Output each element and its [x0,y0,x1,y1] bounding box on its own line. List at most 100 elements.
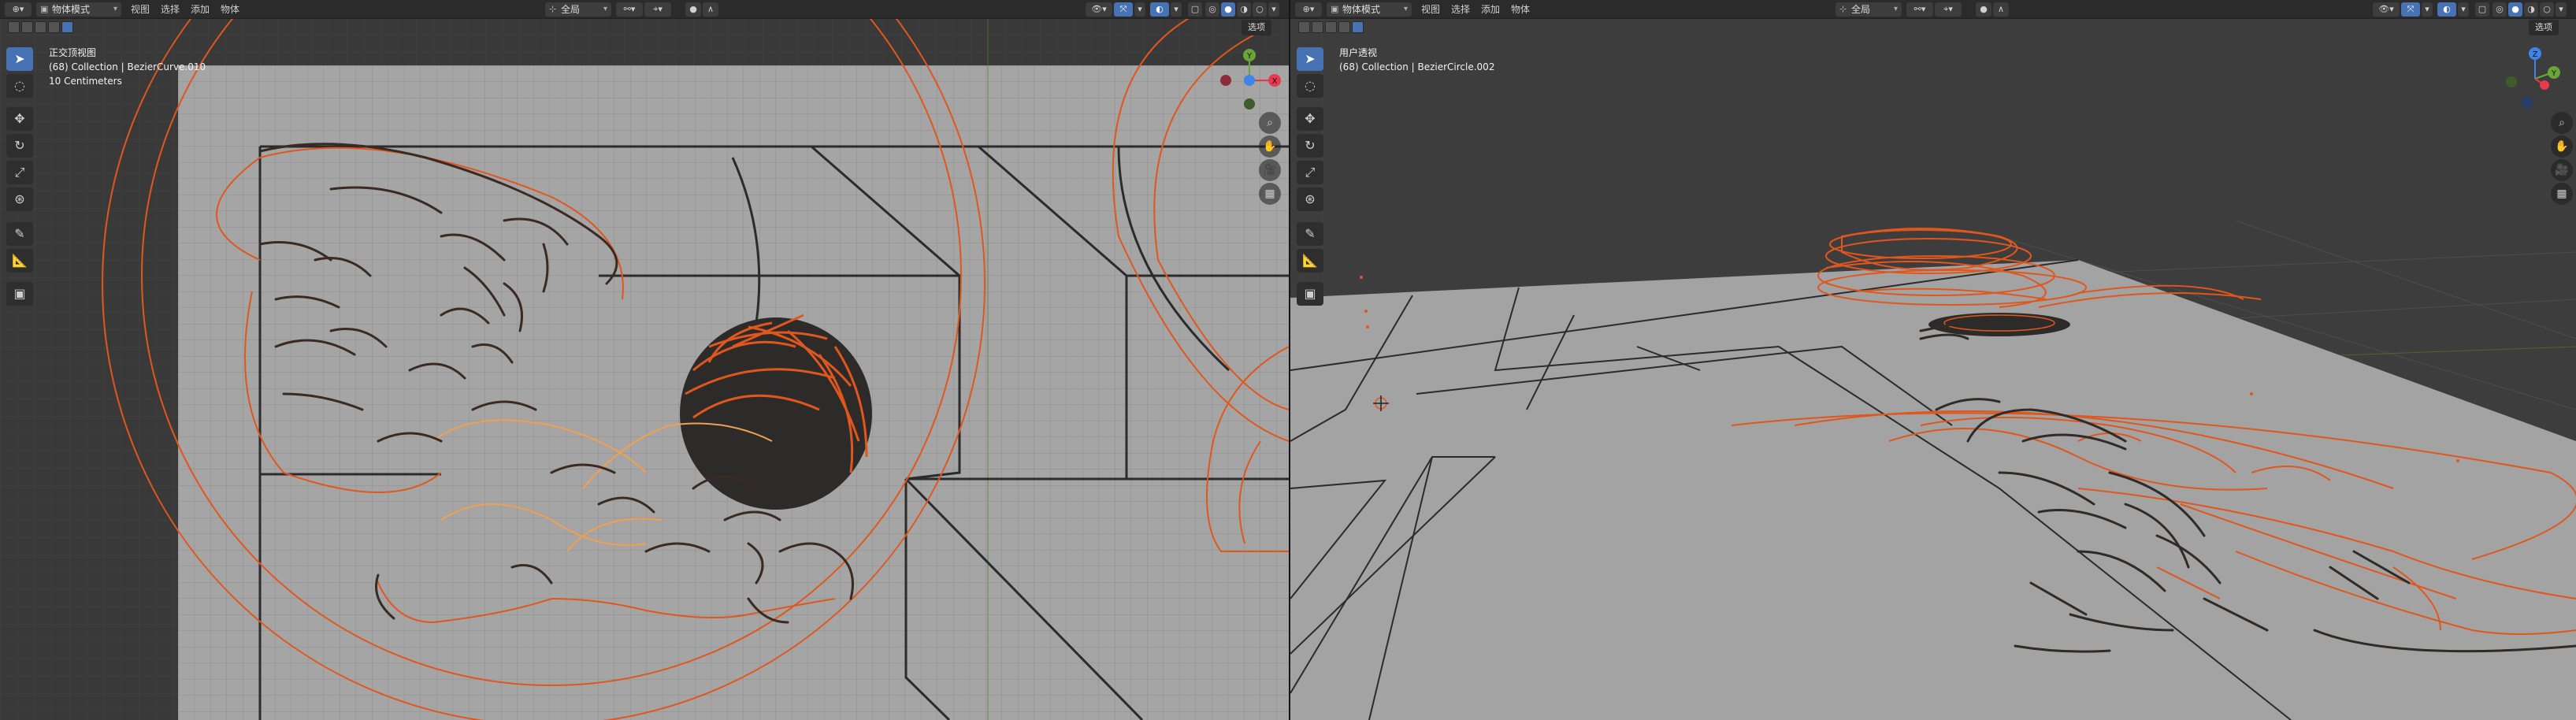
menu-select[interactable]: 选择 [1451,2,1470,17]
select-box-icon[interactable]: ➤ [6,47,33,71]
chevron-down-icon: ▾ [113,5,117,13]
zoom-icon[interactable]: ⌕ [2551,112,2573,134]
move-icon[interactable]: ✥ [1297,107,1323,131]
zoom-icon[interactable]: ⌕ [1259,112,1281,134]
interaction-mode-dropdown[interactable]: ▣ 物体模式 ▾ [36,2,121,17]
select-extend-button[interactable] [21,21,33,33]
xray-button[interactable]: ▢ [1188,2,1202,17]
solid-shading-button[interactable]: ● [2508,2,2522,17]
select-subtract-button[interactable] [35,21,46,33]
menu-add[interactable]: 添加 [1481,2,1500,17]
right-viewport-header: ⊕▾ ▣ 物体模式 ▾ 视图 选择 添加 物体 ⊹ 全局 ▾ ⚯▾ ⌖▾ ● ∧… [1290,0,2576,19]
cursor-icon[interactable]: ◌ [1297,74,1323,98]
overlay-toggle-button[interactable]: ◐ [2437,2,2456,17]
annotate-icon[interactable]: ✎ [1297,222,1323,246]
chevron-down-icon: ▾ [603,5,607,13]
left-3d-viewport[interactable]: ⊕▾ ▣ 物体模式 ▾ 视图 选择 添加 物体 ⊹ 全局 ▾ ⚯▾ ⌖▾ ● ∧… [0,0,1289,720]
select-box-icon[interactable]: ➤ [1297,47,1323,71]
transform-icon[interactable]: ⊛ [1297,187,1323,211]
proportional-edit-button[interactable]: ● [1976,2,1991,17]
navigation-gizmo[interactable]: Y X [1210,44,1289,115]
material-shading-button[interactable]: ◑ [2524,2,2538,17]
select-invert-button[interactable] [1338,21,1350,33]
transform-icon[interactable]: ⊛ [6,187,33,211]
measure-icon[interactable]: 📐 [6,249,33,273]
material-shading-button[interactable]: ◑ [1237,2,1251,17]
overlay-dropdown[interactable]: ▾ [1171,2,1182,17]
snap-button[interactable]: ⌖▾ [644,2,671,17]
editor-type-button[interactable]: ⊕▾ [5,2,32,17]
menu-view[interactable]: 视图 [131,2,150,17]
falloff-button[interactable]: ∧ [1993,2,2009,17]
measure-icon[interactable]: 📐 [1297,249,1323,273]
overlay-dropdown[interactable]: ▾ [2458,2,2469,17]
overlay-toggle-button[interactable]: ◐ [1150,2,1169,17]
rotate-icon[interactable]: ↻ [1297,134,1323,158]
xray-button[interactable]: ▢ [2475,2,2489,17]
menu-add[interactable]: 添加 [191,2,210,17]
select-extend-button[interactable] [1312,21,1323,33]
scale-icon[interactable]: ⤢ [1297,161,1323,184]
menu-view[interactable]: 视图 [1421,2,1440,17]
select-intersect-button[interactable] [61,21,73,33]
shading-dropdown[interactable]: ▾ [1268,2,1279,17]
add-cube-icon[interactable]: ▣ [1297,282,1323,306]
pan-hand-icon[interactable]: ✋ [2551,135,2573,158]
pan-hand-icon[interactable]: ✋ [1259,135,1281,158]
left-viewport-canvas[interactable] [0,0,1289,720]
interaction-mode-dropdown[interactable]: ▣ 物体模式 ▾ [1327,2,1412,17]
add-cube-icon[interactable]: ▣ [6,282,33,306]
navigation-gizmo[interactable]: Z Y [2496,39,2574,118]
scale-icon[interactable]: ⤢ [6,161,33,184]
orientation-icon: ⊹ [1839,4,1847,14]
right-3d-viewport[interactable]: ⊕▾ ▣ 物体模式 ▾ 视图 选择 添加 物体 ⊹ 全局 ▾ ⚯▾ ⌖▾ ● ∧… [1290,0,2576,720]
select-invert-button[interactable] [48,21,60,33]
select-set-button[interactable] [8,21,20,33]
gizmo-toggle-button[interactable]: ⤧ [2401,2,2420,17]
wireframe-shading-button[interactable]: ◎ [2492,2,2507,17]
options-button[interactable]: 选项 [2529,20,2559,35]
chevron-down-icon: ▾ [1403,5,1408,13]
camera-icon[interactable]: 🎥 [1259,159,1281,181]
transform-orientation-dropdown[interactable]: ⊹ 全局 ▾ [1835,2,1902,17]
options-button[interactable]: 选项 [1242,20,1271,35]
select-set-button[interactable] [1298,21,1310,33]
visibility-button[interactable]: 👁▾ [1086,2,1112,17]
camera-icon[interactable]: 🎥 [2551,159,2573,181]
gizmo-y-label: Y [2551,69,2557,78]
falloff-button[interactable]: ∧ [703,2,718,17]
gizmo-toggle-button[interactable]: ⤧ [1114,2,1133,17]
active-object-label: (68) Collection | BezierCircle.002 [1339,61,1495,72]
rendered-shading-button[interactable]: ○ [1253,2,1267,17]
wireframe-shading-button[interactable]: ◎ [1205,2,1219,17]
menu-object[interactable]: 物体 [221,2,239,17]
gizmo-dropdown[interactable]: ▾ [2422,2,2433,17]
pivot-point-button[interactable]: ⚯▾ [1906,2,1933,17]
grid-icon[interactable]: ▦ [2551,183,2573,205]
solid-shading-button[interactable]: ● [1221,2,1235,17]
proportional-edit-button[interactable]: ● [685,2,701,17]
snap-button[interactable]: ⌖▾ [1935,2,1962,17]
cursor-icon[interactable]: ◌ [6,74,33,98]
pivot-point-button[interactable]: ⚯▾ [616,2,643,17]
menu-select[interactable]: 选择 [161,2,180,17]
menu-object[interactable]: 物体 [1511,2,1530,17]
move-icon[interactable]: ✥ [6,107,33,131]
visibility-button[interactable]: 👁▾ [2373,2,2400,17]
gizmo-z-label: Z [2533,50,2538,59]
gizmo-dropdown[interactable]: ▾ [1134,2,1145,17]
transform-orientation-dropdown[interactable]: ⊹ 全局 ▾ [545,2,611,17]
gizmo-y-label: Y [1246,52,1253,61]
rotate-icon[interactable]: ↻ [6,134,33,158]
select-intersect-button[interactable] [1352,21,1364,33]
grid-icon[interactable]: ▦ [1259,183,1281,205]
select-subtract-button[interactable] [1325,21,1337,33]
editor-type-button[interactable]: ⊕▾ [1295,2,1322,17]
view-name-label: 正交顶视图 [49,47,97,58]
annotate-icon[interactable]: ✎ [6,222,33,246]
shading-dropdown[interactable]: ▾ [2556,2,2567,17]
gizmo-x-label: X [1272,77,1278,86]
grid-scale-label: 10 Centimeters [49,76,122,87]
right-viewport-canvas[interactable] [1290,0,2576,720]
rendered-shading-button[interactable]: ○ [2540,2,2554,17]
